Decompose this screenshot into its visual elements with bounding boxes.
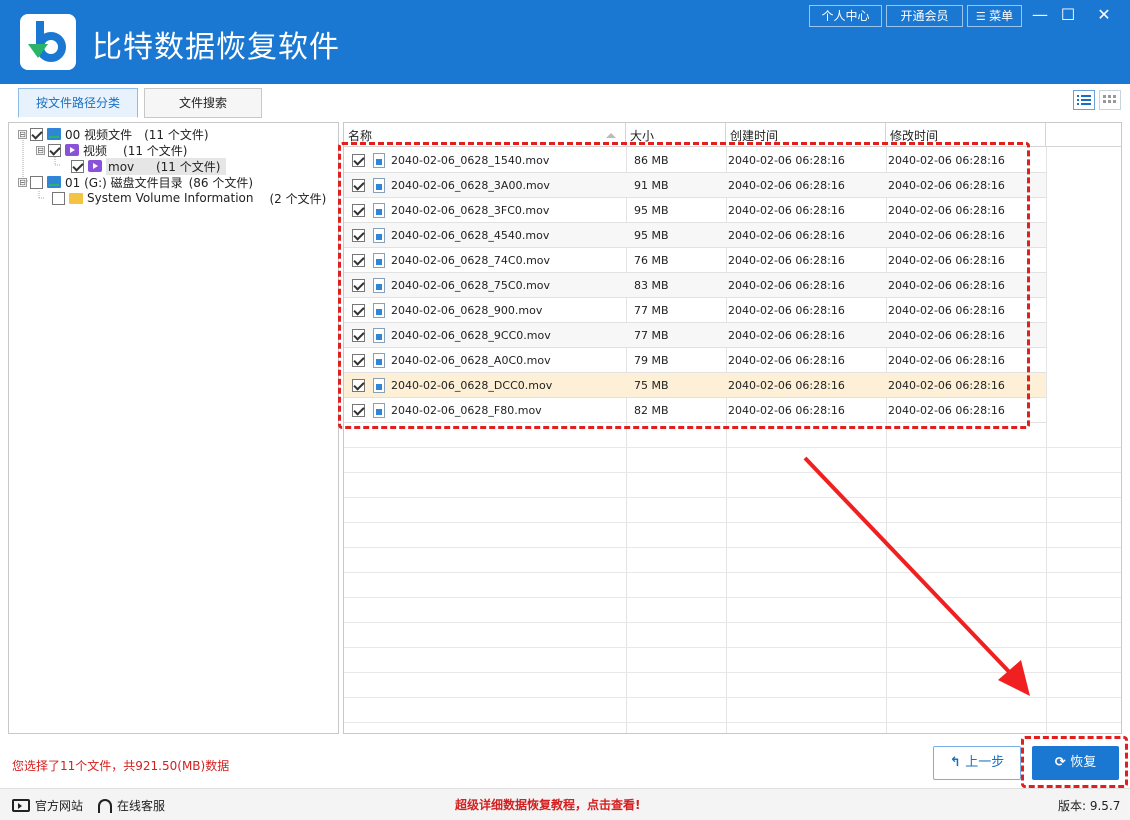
official-website-link[interactable]: 官方网站 <box>12 797 83 814</box>
grid-view-button[interactable] <box>1099 90 1121 110</box>
tab-by-path[interactable]: 按文件路径分类 <box>18 88 138 118</box>
collapse-icon[interactable]: ⊟ <box>36 145 45 155</box>
list-view-button[interactable] <box>1073 90 1095 110</box>
drive-icon <box>47 176 61 188</box>
tree-item-disk-g[interactable]: ⊟ 01 (G:) 磁盘文件目录 (86 个文件) <box>18 174 253 190</box>
recover-label: 恢复 <box>1070 755 1097 770</box>
app-logo <box>20 14 76 70</box>
tree-checkbox[interactable] <box>71 159 84 173</box>
tree-item-label: 01 (G:) 磁盘文件目录 <box>65 175 183 190</box>
online-support-label: 在线客服 <box>117 799 166 813</box>
red-arrow <box>803 456 1030 696</box>
tree-item-video[interactable]: ⊟ 视频 (11 个文件) <box>36 142 187 158</box>
folder-tree: ⊟ 00 视频文件 (11 个文件) ⊟ 视频 (11 个文件) mov (11… <box>8 122 339 734</box>
personal-center-button[interactable]: 个人中心 <box>809 5 882 27</box>
tree-item-count: (86 个文件) <box>188 175 254 190</box>
tree-item-label: 00 视频文件 <box>65 127 133 142</box>
tree-item-count: (11 个文件) <box>123 143 188 158</box>
collapse-icon[interactable]: ⊟ <box>18 177 27 187</box>
close-button[interactable]: ✕ <box>1090 4 1118 26</box>
list-view-icon <box>1077 95 1091 105</box>
tree-checkbox[interactable] <box>52 191 65 205</box>
monitor-icon <box>12 799 30 812</box>
tree-checkbox[interactable] <box>30 175 43 189</box>
menu-label: 菜单 <box>989 9 1014 23</box>
tree-item-label: 视频 <box>83 143 108 158</box>
video-folder-icon <box>65 144 79 156</box>
menu-button[interactable]: ☰ 菜单 <box>967 5 1022 27</box>
sort-arrow-icon <box>606 133 616 138</box>
title-bar: 比特数据恢复软件 个人中心 开通会员 ☰ 菜单 — ☐ ✕ <box>0 0 1130 84</box>
refresh-icon: ⟳ <box>1054 755 1071 770</box>
drive-icon <box>47 128 61 140</box>
grid-view-icon <box>1103 95 1116 103</box>
previous-step-label: 上一步 <box>965 755 1005 770</box>
tree-checkbox[interactable] <box>30 127 43 141</box>
tutorial-link[interactable]: 超级详细数据恢复教程，点击查看! <box>455 796 640 813</box>
previous-step-button[interactable]: ↰ 上一步 <box>933 746 1021 780</box>
tree-item-label: System Volume Information <box>87 191 254 205</box>
selection-summary: 您选择了11个文件，共921.50(MB)数据 <box>12 759 230 773</box>
online-support-link[interactable]: 在线客服 <box>98 797 165 814</box>
collapse-icon[interactable]: ⊟ <box>18 129 27 139</box>
tree-checkbox[interactable] <box>48 143 61 157</box>
tree-item-system-volume[interactable]: System Volume Information (2 个文件) <box>52 190 326 206</box>
app-title: 比特数据恢复软件 <box>92 30 340 65</box>
headset-icon <box>98 798 112 813</box>
tree-item-label: mov <box>108 159 135 174</box>
recover-button[interactable]: ⟳ 恢复 <box>1032 746 1119 780</box>
tab-file-search[interactable]: 文件搜索 <box>144 88 262 118</box>
tree-item-count: (11 个文件) <box>155 159 221 174</box>
video-folder-icon <box>88 160 102 172</box>
tree-item-video-files[interactable]: ⊟ 00 视频文件 (11 个文件) <box>18 126 209 142</box>
vip-button[interactable]: 开通会员 <box>886 5 963 27</box>
tree-item-mov-selected: mov (11 个文件) <box>106 157 227 175</box>
tree-item-count: (2 个文件) <box>269 191 327 206</box>
highlight-file-list <box>338 142 1030 429</box>
tree-item-count: (11 个文件) <box>144 127 209 142</box>
back-arrow-icon: ↰ <box>949 755 966 770</box>
maximize-button[interactable]: ☐ <box>1054 4 1082 26</box>
official-website-label: 官方网站 <box>35 799 84 813</box>
version-label: 版本: 9.5.7 <box>1058 799 1121 813</box>
minimize-button[interactable]: — <box>1026 4 1054 26</box>
folder-icon <box>69 192 83 204</box>
tree-item-mov[interactable]: mov (11 个文件) <box>71 157 227 175</box>
menu-icon: ☰ <box>975 10 990 23</box>
